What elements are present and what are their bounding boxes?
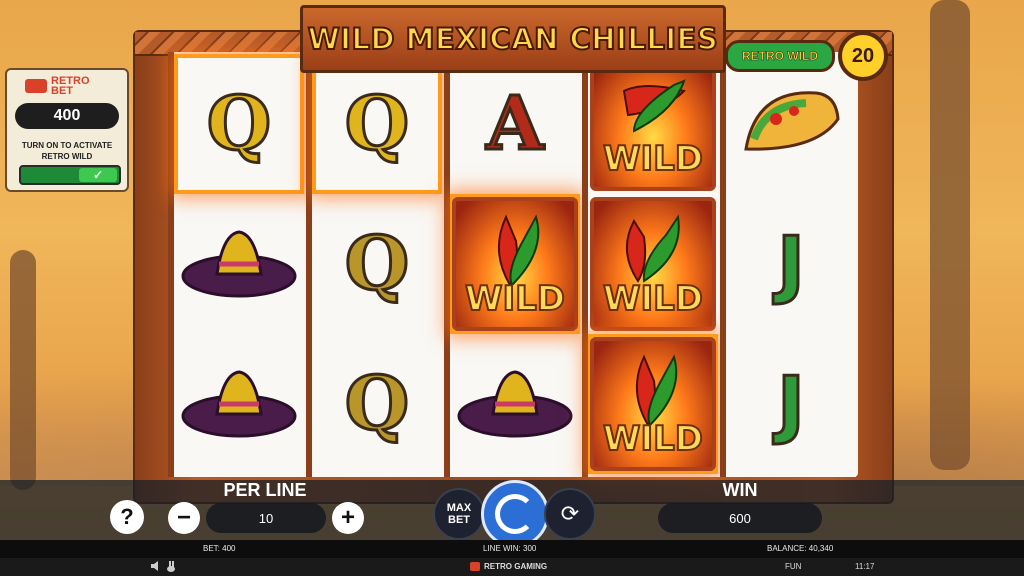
symbol-q: Q [312,334,442,474]
symbol-q-letter: Q [343,361,410,447]
retro-bet-logo-icon [25,79,47,93]
retro-wild-toggle[interactable]: ✓ [19,165,121,185]
wild-label: WILD [602,278,704,320]
balance-status: BALANCE: 40,340 [767,544,834,553]
symbol-q-letter: Q [343,81,410,167]
retro-bet-instruction: TURN ON TO ACTIVATE RETRO WILD [21,141,113,161]
reel-3: A WILD [444,52,580,477]
wild-label: WILD [602,418,704,460]
sombrero-icon [181,230,297,298]
symbol-wild: WILD [450,194,580,334]
wild-tile: WILD [452,197,578,331]
cactus-left [10,250,36,490]
game-mode: FUN [785,562,802,571]
wild-tile: WILD [590,197,716,331]
check-icon: ✓ [79,168,117,182]
wild-label: WILD [464,278,566,320]
symbol-wild: WILD [588,334,718,474]
retro-bet-value: 400 [15,103,119,129]
symbol-sombrero [174,194,304,334]
taco-icon [744,91,840,151]
per-line-label: PER LINE [223,480,307,500]
reel-5: J J [720,52,856,477]
symbol-j: J [726,194,856,334]
autoplay-icon: ⟳ [560,501,580,526]
win-label: WIN [722,480,758,500]
per-line-value: 10 [206,503,326,533]
symbol-taco [726,54,856,194]
spin-icon [495,494,535,534]
brand-name: RETRO GAMING [484,562,548,571]
reel-4: WILD WILD WILD [582,52,718,477]
symbol-a-letter: A [485,81,545,167]
symbol-sombrero [174,334,304,474]
retro-gaming-logo-icon [470,562,480,571]
retro-bet-panel: RETRO BET 400 TURN ON TO ACTIVATE RETRO … [5,68,129,192]
game-title-plate: WILD MEXICAN CHILLIES [300,5,726,73]
wild-label: WILD [602,138,704,180]
symbol-a: A [450,54,580,194]
wild-tile: WILD [590,57,716,191]
paylines-badge: 20 [838,31,888,81]
increase-bet-button[interactable]: + [332,502,364,534]
symbol-q: Q [174,54,304,194]
sombrero-icon [181,370,297,438]
status-bar: BET: 400 LINE WIN: 300 BALANCE: 40,340 [0,540,1024,558]
max-bet-button[interactable]: MAX BET [433,488,485,540]
symbol-q: Q [312,194,442,334]
symbol-j-letter: J [776,361,806,447]
bet-status: BET: 400 [203,544,236,553]
wild-tile: WILD [590,337,716,471]
clock: 11:17 [855,562,875,571]
cactus-right [930,0,970,470]
turbo-rabbit-icon[interactable] [166,560,176,572]
reel-1: Q [168,52,304,477]
symbol-wild: WILD [588,54,718,194]
help-button[interactable]: ? [110,500,144,534]
decrease-bet-button[interactable]: − [168,502,200,534]
retro-wild-badge: RETRO WILD [725,40,835,72]
sound-icon[interactable] [150,560,160,572]
autoplay-button[interactable]: ⟳ [544,488,596,540]
reel-2: Q Q Q [306,52,442,477]
sombrero-icon [457,370,573,438]
symbol-q-letter: Q [205,81,272,167]
retro-bet-logo: RETRO BET [25,75,101,97]
symbol-sombrero [450,334,580,474]
symbol-wild: WILD [588,194,718,334]
win-value: 600 [658,503,822,533]
game-title: WILD MEXICAN CHILLIES [307,21,719,57]
symbol-j: J [726,334,856,474]
symbol-q: Q [312,54,442,194]
symbol-j-letter: J [776,221,806,307]
spin-button[interactable] [481,480,549,548]
line-win-status: LINE WIN: 300 [483,544,537,553]
retro-bet-logo-text: RETRO BET [51,75,90,97]
reel-area: Q Q Q Q A WILD WILD WILD WILD J J [168,52,858,477]
symbol-q-letter: Q [343,221,410,307]
